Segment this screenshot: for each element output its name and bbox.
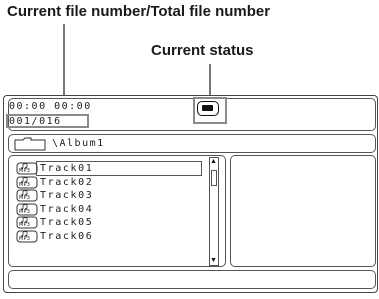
track-label: Track03 — [40, 190, 94, 201]
mp3-file-icon: MP3 — [16, 230, 38, 243]
mp3-badge-text: MP3 — [19, 181, 31, 188]
scroll-up-arrow-icon[interactable]: ▲ — [210, 158, 217, 166]
selected-track-highlight — [36, 161, 202, 176]
track-list-item[interactable]: MP3 Track04 — [16, 203, 93, 216]
file-number-highlight — [6, 114, 89, 128]
current-folder-path: \Album1 — [52, 138, 105, 149]
mp3-file-icon: MP3 — [16, 162, 38, 175]
track-list-item[interactable]: MP3 Track05 — [16, 216, 93, 229]
mp3-badge-text: MP3 — [19, 195, 31, 201]
track-list-item[interactable]: MP3 Track03 — [16, 189, 93, 202]
scroll-down-arrow-icon[interactable]: ▼ — [210, 257, 217, 265]
mp3-file-icon: MP3 — [16, 189, 38, 202]
track-list-item[interactable]: MP3 Track06 — [16, 230, 93, 243]
mp3-badge-text: MP3 — [19, 222, 31, 228]
folder-icon — [14, 137, 46, 151]
info-bar — [8, 270, 376, 289]
mp3-file-icon: MP3 — [16, 203, 38, 216]
mp3-badge-text: MP3 — [19, 235, 31, 242]
elapsed-time-display: 00:00 00:00 — [9, 101, 92, 112]
mp3-file-icon: MP3 — [16, 216, 38, 229]
preview-panel — [230, 155, 376, 267]
track-list-item[interactable]: MP3 Track02 — [16, 176, 93, 189]
mp3-file-icon: MP3 — [16, 176, 38, 189]
mp3-badge-text: MP3 — [19, 208, 31, 215]
scrollbar-thumb[interactable] — [211, 170, 217, 186]
track-label: Track06 — [40, 230, 94, 242]
mp3-badge-text: MP3 — [19, 168, 31, 174]
stop-icon — [197, 101, 219, 116]
track-label: Track02 — [40, 176, 94, 188]
track-label: Track05 — [40, 217, 94, 228]
track-label: Track04 — [40, 203, 94, 215]
